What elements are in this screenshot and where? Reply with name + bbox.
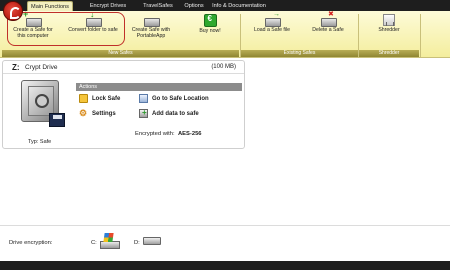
lock-safe-label: Lock Safe bbox=[92, 96, 121, 103]
gear-icon: ⚙ bbox=[79, 108, 88, 118]
settings-link[interactable]: ⚙ Settings bbox=[79, 109, 116, 118]
lock-safe-link[interactable]: Lock Safe bbox=[79, 94, 120, 103]
actions-box: Actions Lock Safe Go to Safe Location ⚙ S… bbox=[76, 83, 242, 120]
buy-icon bbox=[203, 14, 217, 27]
drive-encryption-bar: Drive encryption: C: D: bbox=[0, 225, 450, 261]
ribbon-separator bbox=[420, 14, 421, 57]
create-portable-safe-button[interactable]: Create Safe with PortableApp bbox=[126, 14, 176, 48]
drive-type: Typ: Safe bbox=[28, 139, 52, 145]
drive-name: Crypt Drive bbox=[25, 64, 58, 71]
lock-icon bbox=[79, 94, 88, 103]
tab-travelsafes[interactable]: TravelSafes bbox=[136, 1, 180, 11]
group-shredder: Shredder bbox=[359, 50, 419, 57]
tab-options[interactable]: Options bbox=[180, 1, 208, 11]
windows-drive-icon[interactable] bbox=[100, 233, 120, 249]
shredder-button[interactable]: Shredder bbox=[368, 14, 410, 48]
highlight-outline bbox=[7, 12, 125, 46]
delete-safe-label: Delete a Safe bbox=[312, 27, 344, 33]
go-to-safe-location-label: Go to Safe Location bbox=[152, 96, 209, 103]
load-drive-icon bbox=[265, 12, 281, 27]
group-existing-safes: Existing Safes bbox=[241, 50, 358, 57]
shredder-label: Shredder bbox=[378, 27, 400, 33]
drive-d-letter: D: bbox=[134, 240, 140, 246]
buy-now-label: Buy now! bbox=[199, 28, 221, 34]
actions-header: Actions bbox=[76, 83, 242, 91]
status-bar bbox=[0, 261, 450, 270]
app-logo-icon[interactable] bbox=[3, 1, 23, 21]
buy-now-button[interactable]: Buy now! bbox=[193, 14, 227, 48]
load-safe-button[interactable]: Load a Safe file bbox=[249, 12, 295, 48]
safe-panel-header: Z: Crypt Drive (100 MB) bbox=[3, 61, 244, 74]
go-to-safe-location-link[interactable]: Go to Safe Location bbox=[139, 94, 209, 103]
tab-info-documentation[interactable]: Info & Documentation bbox=[208, 1, 270, 11]
create-portable-safe-label: Create Safe with PortableApp bbox=[131, 27, 171, 39]
top-tab-bar: Main Functions Encrypt Drives TravelSafe… bbox=[0, 0, 450, 11]
drive-letter: Z: bbox=[12, 63, 20, 72]
add-data-to-safe-label: Add data to safe bbox=[152, 111, 199, 118]
encrypted-with-label: Encrypted with: bbox=[135, 131, 175, 137]
settings-label: Settings bbox=[92, 111, 116, 118]
tab-encrypt-drives[interactable]: Encrypt Drives bbox=[80, 1, 136, 11]
portable-drive-icon bbox=[144, 14, 160, 27]
folder-goto-icon bbox=[139, 94, 148, 103]
drive-size: (100 MB) bbox=[211, 64, 236, 70]
delete-safe-button[interactable]: Delete a Safe bbox=[306, 12, 350, 48]
drive-encryption-label: Drive encryption: bbox=[9, 240, 53, 246]
safe-panel[interactable]: Z: Crypt Drive (100 MB) Typ: Safe Action… bbox=[2, 60, 245, 149]
drive-c-letter: C: bbox=[91, 240, 97, 246]
add-data-to-safe-link[interactable]: Add data to safe bbox=[139, 108, 199, 118]
floppy-disk-icon bbox=[49, 113, 65, 127]
drive-icon[interactable] bbox=[143, 237, 161, 245]
load-safe-label: Load a Safe file bbox=[253, 27, 291, 33]
add-data-icon bbox=[139, 108, 148, 118]
group-new-safes: New Safes bbox=[2, 50, 239, 57]
encryption-algorithm: AES-256 bbox=[178, 131, 202, 137]
shredder-icon bbox=[383, 14, 395, 26]
delete-drive-icon bbox=[321, 12, 337, 27]
tab-main-functions[interactable]: Main Functions bbox=[27, 1, 73, 11]
